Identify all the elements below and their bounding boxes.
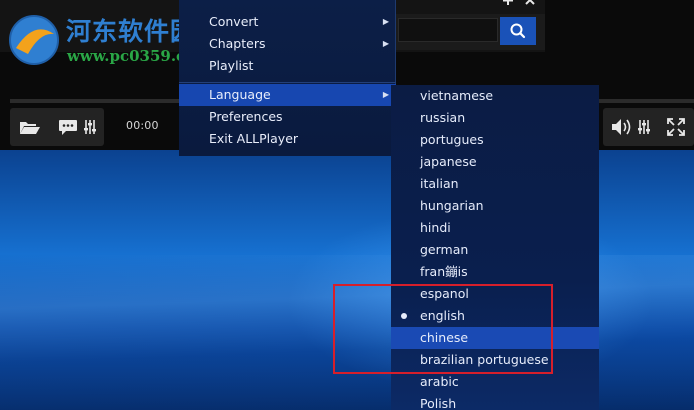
search-icon <box>510 23 526 39</box>
language-item[interactable]: arabic <box>391 371 599 393</box>
language-item-label: arabic <box>420 374 459 389</box>
menu-item-label: Chapters <box>209 36 266 51</box>
language-item[interactable]: vietnamese <box>391 85 599 107</box>
language-item-label: portugues <box>420 132 484 147</box>
language-item-label: vietnamese <box>420 88 494 103</box>
menu-item-playlist[interactable]: Playlist <box>179 55 396 77</box>
plus-icon[interactable] <box>500 0 516 10</box>
close-icon[interactable] <box>522 0 538 10</box>
menu-item-label: Preferences <box>209 109 283 124</box>
menu-item-label: Language <box>209 87 271 102</box>
watermark-url: www.pc0359.cn <box>67 47 197 65</box>
language-item-label: fran鏰is <box>420 264 468 279</box>
watermark-logo-icon <box>9 15 59 65</box>
menu-item-chapters[interactable]: Chapters ▶ <box>179 33 396 55</box>
menu-item-convert[interactable]: Convert ▶ <box>179 11 396 33</box>
menu-item-exit[interactable]: Exit ALLPlayer <box>179 128 396 150</box>
search-input[interactable] <box>398 18 498 42</box>
menu-item-label: Convert <box>209 14 259 29</box>
language-item[interactable]: portugues <box>391 129 599 151</box>
equalizer-icon[interactable] <box>84 119 96 135</box>
subtitle-icon[interactable] <box>58 119 78 136</box>
language-item-label: japanese <box>420 154 477 169</box>
menu-separator <box>179 82 396 83</box>
context-menu: Convert ▶ Chapters ▶ Playlist Language ▶… <box>179 0 396 156</box>
annotation-highlight-box <box>333 284 553 374</box>
menu-item-label: Exit ALLPlayer <box>209 131 299 146</box>
language-item[interactable]: german <box>391 239 599 261</box>
language-item[interactable]: fran鏰is <box>391 261 599 283</box>
language-item[interactable]: italian <box>391 173 599 195</box>
language-item-label: russian <box>420 110 466 125</box>
language-item[interactable]: hungarian <box>391 195 599 217</box>
language-item[interactable]: russian <box>391 107 599 129</box>
submenu-arrow-icon: ▶ <box>382 90 389 99</box>
menu-item-language[interactable]: Language ▶ <box>179 84 396 106</box>
language-item-label: hungarian <box>420 198 484 213</box>
language-item[interactable]: japanese <box>391 151 599 173</box>
language-item-label: hindi <box>420 220 451 235</box>
language-item[interactable]: Polish <box>391 393 599 410</box>
time-display: 00:00 <box>126 119 159 132</box>
watermark-title: 河东软件园 <box>66 17 197 46</box>
audio-equalizer-icon[interactable] <box>638 119 650 135</box>
controls-left-panel <box>10 108 104 146</box>
language-item-label: german <box>420 242 469 257</box>
controls-right-panel <box>603 108 694 146</box>
submenu-arrow-icon: ▶ <box>382 39 389 48</box>
fullscreen-icon[interactable] <box>667 118 685 136</box>
search-button[interactable] <box>500 17 536 45</box>
language-item[interactable]: hindi <box>391 217 599 239</box>
desktop: 00:00 河东软件园 www.pc0359.cn Convert ▶ Chap… <box>0 0 694 410</box>
submenu-arrow-icon: ▶ <box>382 17 389 26</box>
folder-open-icon[interactable] <box>19 119 41 135</box>
language-item-label: Polish <box>420 396 457 410</box>
menu-item-label: Playlist <box>209 58 254 73</box>
language-item-label: italian <box>420 176 459 191</box>
menu-item-preferences[interactable]: Preferences <box>179 106 396 128</box>
volume-icon[interactable] <box>611 118 633 136</box>
